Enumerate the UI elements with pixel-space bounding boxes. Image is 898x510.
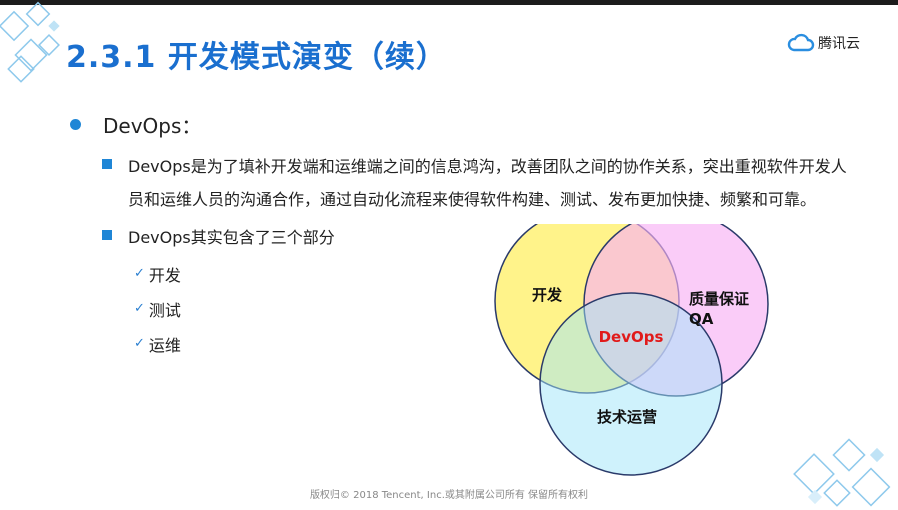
label-dev: 开发: [532, 286, 563, 304]
square-bullet-icon: [102, 159, 112, 169]
check-item-text: 测试: [148, 300, 181, 320]
label-devops-center: DevOps: [599, 328, 664, 346]
sub-bullet-definition: DevOps是为了填补开发端和运维端之间的信息鸿沟，改善团队之间的协作关系，突出…: [102, 150, 850, 216]
page-title: 2.3.1 开发模式演变（续）: [66, 40, 447, 75]
cloud-icon: [787, 33, 815, 52]
logo-text: 腾讯云: [818, 36, 860, 52]
label-qa-line2: QA: [689, 310, 714, 328]
devops-venn-diagram: 开发 质量保证 QA 技术运营 DevOps: [494, 224, 769, 476]
check-item-text: 运维: [148, 335, 181, 355]
check-item-text: 开发: [148, 265, 181, 285]
bullet-dot-icon: [70, 118, 81, 130]
footer-copyright: 版权归© 2018 Tencent, Inc.或其附属公司所有 保留所有权利: [309, 490, 589, 501]
label-qa-line1: 质量保证: [689, 290, 749, 308]
definition-text: DevOps是为了填补开发端和运维端之间的信息鸿沟，改善团队之间的协作关系，突出…: [128, 157, 847, 209]
brand-logo: 腾讯云: [787, 33, 860, 53]
label-ops: 技术运营: [597, 408, 657, 426]
check-icon: ✓: [134, 336, 145, 351]
bullet-devops: DevOps：: [70, 108, 850, 140]
check-icon: ✓: [134, 301, 145, 316]
check-icon: ✓: [134, 266, 145, 281]
top-bar: [0, 0, 898, 5]
bullet-devops-text: DevOps：: [103, 113, 202, 138]
square-bullet-icon: [102, 230, 112, 240]
